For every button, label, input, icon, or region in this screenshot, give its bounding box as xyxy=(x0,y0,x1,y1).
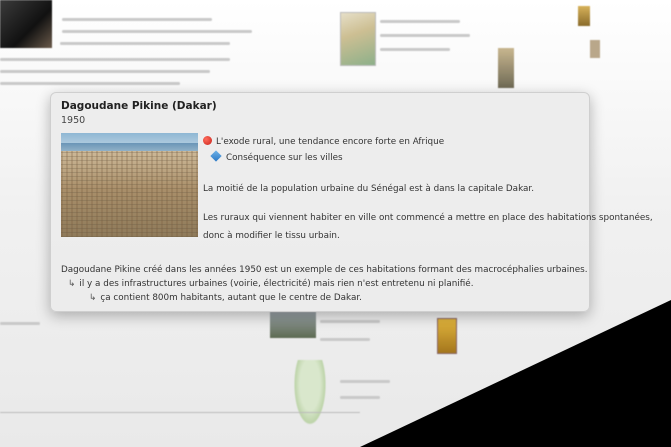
background-text-line xyxy=(380,48,450,51)
background-text-line xyxy=(0,58,230,61)
card-paragraph: donc à modifier le tissu urbain. xyxy=(203,231,340,241)
background-thumbnail xyxy=(270,312,316,338)
background-text-line xyxy=(340,380,390,383)
background-text-line xyxy=(62,18,212,21)
card-photo[interactable] xyxy=(61,133,198,237)
card-date: 1950 xyxy=(61,115,86,126)
red-dot-icon xyxy=(203,136,212,145)
card-paragraph: Les ruraux qui viennent habiter en ville… xyxy=(203,213,653,223)
background-thumbnail xyxy=(578,6,590,26)
card-title: Dagoudane Pikine (Dakar) xyxy=(61,100,217,112)
background-text-line xyxy=(380,34,470,37)
return-arrow-icon: ↳ xyxy=(68,279,76,289)
card-paragraph: Dagoudane Pikine créé dans les années 19… xyxy=(61,265,588,275)
timeline-axis xyxy=(0,412,360,413)
related-event-label: Conséquence sur les villes xyxy=(226,153,343,163)
background-thumbnail xyxy=(498,48,514,88)
related-event-link[interactable]: Conséquence sur les villes xyxy=(210,150,343,163)
background-text-line xyxy=(320,320,380,323)
background-text-line xyxy=(0,82,180,85)
background-text-line xyxy=(0,322,40,325)
related-event-label: L'exode rural, une tendance encore forte… xyxy=(216,137,445,147)
background-text-line xyxy=(340,396,380,399)
event-detail-card[interactable]: Dagoudane Pikine (Dakar) 1950 L'exode ru… xyxy=(50,92,653,312)
photo-city xyxy=(61,151,198,237)
related-event-link[interactable]: L'exode rural, une tendance encore forte… xyxy=(203,136,444,147)
background-text-line xyxy=(380,20,460,23)
background-text-line xyxy=(0,70,210,73)
card-bullet-text: ça contient 800m habitants, autant que l… xyxy=(100,293,362,303)
background-thumbnail xyxy=(590,40,600,58)
card-bullet-text: il y a des infrastructures urbaines (voi… xyxy=(79,279,474,289)
background-map-thumbnail xyxy=(340,12,376,66)
background-book-thumbnail xyxy=(437,318,457,354)
background-text-line xyxy=(60,42,230,45)
card-bullet: ↳ ça contient 800m habitants, autant que … xyxy=(89,293,362,303)
background-photo-thumbnail xyxy=(0,0,52,48)
blue-diamond-icon xyxy=(210,150,222,162)
background-africa-map-thumbnail xyxy=(292,360,328,430)
background-text-line xyxy=(62,30,252,33)
card-bullet: ↳ il y a des infrastructures urbaines (vo… xyxy=(68,279,474,289)
card-paragraph: La moitié de la population urbaine du Sé… xyxy=(203,184,534,194)
return-arrow-icon: ↳ xyxy=(89,293,97,303)
background-text-line xyxy=(320,338,370,341)
